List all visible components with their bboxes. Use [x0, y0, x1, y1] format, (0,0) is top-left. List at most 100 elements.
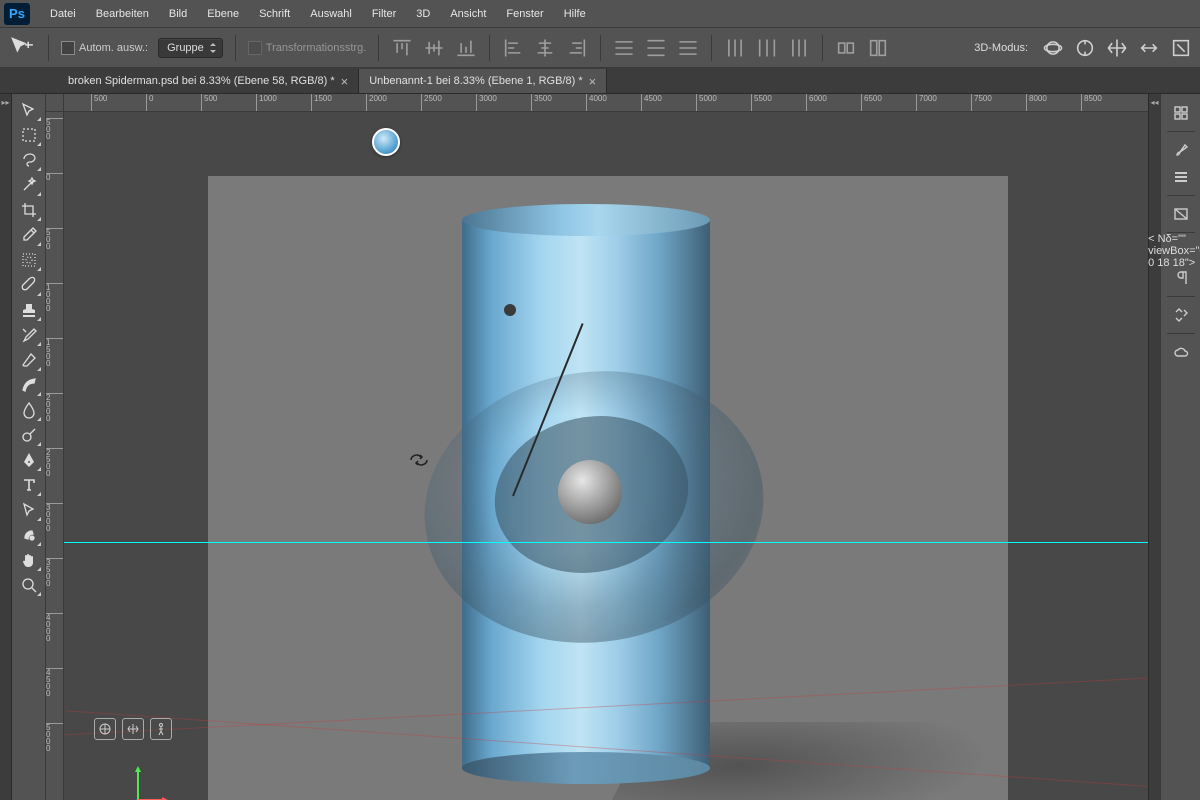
align-vcenter-icon[interactable] [423, 37, 445, 59]
menu-help[interactable]: Hilfe [554, 4, 596, 24]
auto-blend-icon[interactable] [867, 37, 889, 59]
checkbox-icon[interactable] [61, 41, 75, 55]
align-left-icon[interactable] [502, 37, 524, 59]
app-logo: Ps [4, 3, 30, 25]
history-brush-tool[interactable] [15, 323, 43, 347]
3d-scale-icon[interactable] [1170, 37, 1192, 59]
workspace: ▸▸ 0500050010001500200025003000350040004… [0, 94, 1200, 800]
auto-align-icon[interactable] [835, 37, 857, 59]
separator [48, 35, 49, 61]
menu-edit[interactable]: Bearbeiten [86, 4, 159, 24]
options-bar: Autom. ausw.: Gruppe Transformationsstrg… [0, 28, 1200, 68]
menu-type[interactable]: Schrift [249, 4, 300, 24]
3d-gizmo-knob[interactable] [504, 304, 516, 316]
separator [378, 35, 379, 61]
tab-document-2[interactable]: Unbenannt-1 bei 8.33% (Ebene 1, RGB/8) *… [359, 69, 607, 93]
3d-home-icon[interactable] [94, 718, 116, 740]
dodge-tool[interactable] [15, 423, 43, 447]
distribute-top-icon[interactable] [613, 37, 635, 59]
menu-layer[interactable]: Ebene [197, 4, 249, 24]
checkbox-icon[interactable] [248, 41, 262, 55]
align-top-icon[interactable] [391, 37, 413, 59]
menu-window[interactable]: Fenster [496, 4, 553, 24]
distribute-bottom-icon[interactable] [677, 37, 699, 59]
3d-secondary-view [94, 718, 172, 740]
canvas-area: 0500050010001500200025003000350040004500… [46, 94, 1148, 800]
menu-bar: Ps Datei Bearbeiten Bild Ebene Schrift A… [0, 0, 1200, 28]
gradient-tool[interactable] [15, 373, 43, 397]
3d-pan-icon[interactable] [1106, 37, 1128, 59]
distribute-left-icon[interactable] [724, 37, 746, 59]
paragraph-panel-icon[interactable] [1166, 265, 1196, 291]
distribute-hcenter-icon[interactable] [756, 37, 778, 59]
blur-tool[interactable] [15, 398, 43, 422]
expand-panel-left[interactable]: ▸▸ [0, 94, 12, 800]
menu-view[interactable]: Ansicht [440, 4, 496, 24]
close-icon[interactable]: × [341, 75, 349, 88]
expand-panel-right[interactable]: ◂◂ [1148, 94, 1160, 800]
3d-slide-icon[interactable] [1138, 37, 1160, 59]
3d-axis-widget[interactable] [120, 758, 170, 800]
guide-horizontal[interactable] [64, 542, 1148, 543]
tab-label: broken Spiderman.psd bei 8.33% (Ebene 58… [68, 75, 335, 87]
align-right-icon[interactable] [566, 37, 588, 59]
hand-tool[interactable] [15, 548, 43, 572]
path-select-tool[interactable] [15, 498, 43, 522]
menu-filter[interactable]: Filter [362, 4, 406, 24]
brushes-panel-icon[interactable] [1166, 137, 1196, 163]
transform-label: Transformationsstrg. [266, 42, 366, 54]
document-tabs: broken Spiderman.psd bei 8.33% (Ebene 58… [0, 68, 1200, 94]
brush-tool[interactable] [15, 273, 43, 297]
active-tool-icon[interactable] [8, 37, 36, 59]
shape-tool[interactable] [15, 523, 43, 547]
pen-tool[interactable] [15, 448, 43, 472]
3d-roll-icon[interactable] [1074, 37, 1096, 59]
tools-panel [12, 94, 46, 800]
3d-light-marker[interactable] [372, 128, 400, 156]
eyedropper-tool[interactable] [15, 223, 43, 247]
separator [822, 35, 823, 61]
menu-3d[interactable]: 3D [406, 4, 440, 24]
separator [489, 35, 490, 61]
marquee-tool[interactable] [15, 123, 43, 147]
3d-orbit-icon[interactable] [1042, 37, 1064, 59]
character-panel-icon[interactable]: < Nδ="" viewBox="0 0 18 18">A [1166, 238, 1196, 264]
tool-presets-icon[interactable] [1166, 302, 1196, 328]
frame-tool[interactable] [15, 248, 43, 272]
move-tool[interactable] [15, 98, 43, 122]
cylinder-bottom-cap [462, 752, 710, 784]
menu-select[interactable]: Auswahl [300, 4, 362, 24]
distribute-vcenter-icon[interactable] [645, 37, 667, 59]
align-hcenter-icon[interactable] [534, 37, 556, 59]
adjustments-panel-icon[interactable] [1166, 201, 1196, 227]
zoom-tool[interactable] [15, 573, 43, 597]
crop-tool[interactable] [15, 198, 43, 222]
lasso-tool[interactable] [15, 148, 43, 172]
ruler-origin[interactable] [46, 94, 64, 112]
stamp-tool[interactable] [15, 298, 43, 322]
close-icon[interactable]: × [589, 75, 597, 88]
3d-walk-icon[interactable] [150, 718, 172, 740]
distribute-right-icon[interactable] [788, 37, 810, 59]
eraser-tool[interactable] [15, 348, 43, 372]
brush-settings-panel-icon[interactable] [1166, 164, 1196, 190]
3d-pan-icon[interactable] [122, 718, 144, 740]
auto-select-option[interactable]: Autom. ausw.: [61, 41, 148, 55]
transform-controls-option[interactable]: Transformationsstrg. [248, 41, 366, 55]
tab-document-1[interactable]: broken Spiderman.psd bei 8.33% (Ebene 58… [58, 69, 359, 93]
ruler-vertical[interactable]: 5000500100015002000250030003500400045005… [46, 112, 64, 800]
magic-wand-tool[interactable] [15, 173, 43, 197]
3d-gizmo-center[interactable] [558, 460, 622, 524]
ruler-horizontal[interactable]: 0500050010001500200025003000350040004500… [64, 94, 1148, 112]
right-panels: < Nδ="" viewBox="0 0 18 18">A [1160, 94, 1200, 800]
3d-mode-label: 3D-Modus: [974, 42, 1028, 54]
creative-cloud-icon[interactable] [1166, 339, 1196, 365]
type-tool[interactable] [15, 473, 43, 497]
separator [711, 35, 712, 61]
canvas-stage[interactable] [64, 112, 1148, 800]
align-bottom-icon[interactable] [455, 37, 477, 59]
history-panel-icon[interactable] [1166, 100, 1196, 126]
menu-image[interactable]: Bild [159, 4, 197, 24]
menu-file[interactable]: Datei [40, 4, 86, 24]
auto-select-dropdown[interactable]: Gruppe [158, 38, 223, 58]
